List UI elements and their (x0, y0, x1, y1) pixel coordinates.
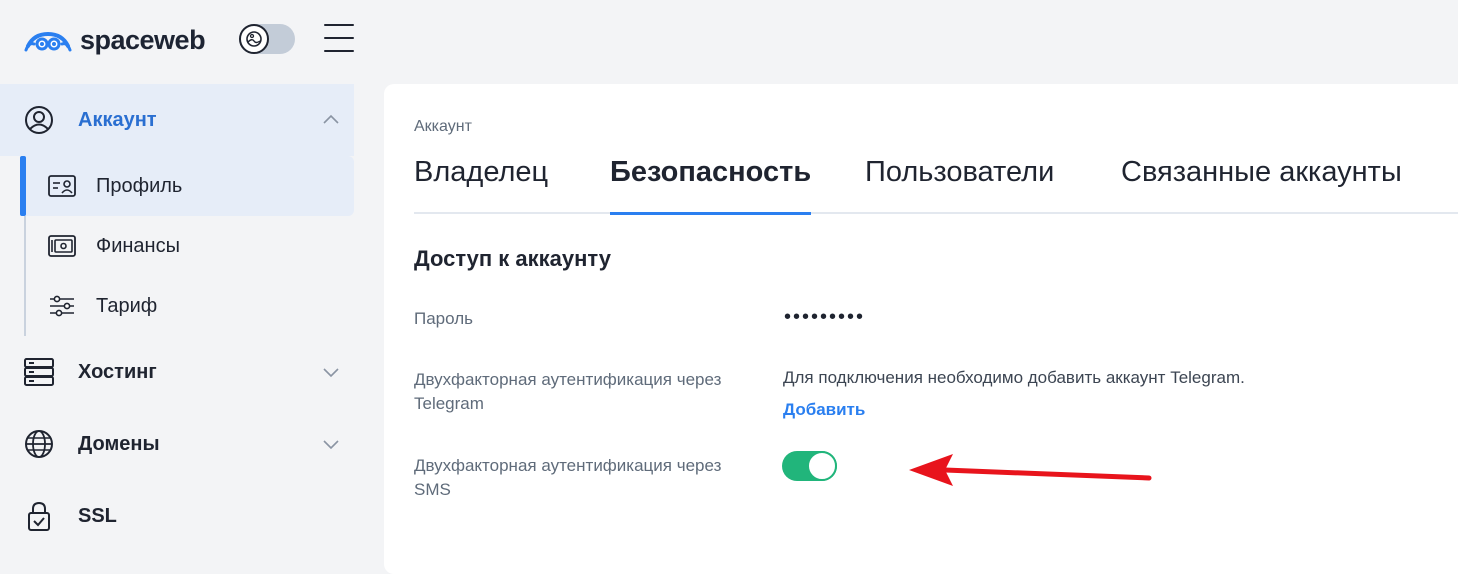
chevron-down-icon[interactable] (322, 363, 340, 381)
sidebar: Аккаунт Профиль Финансы Тариф Хостинг До… (0, 84, 354, 553)
sidebar-item-finance[interactable]: Финансы (24, 216, 354, 276)
sidebar-item-label: Финансы (96, 234, 180, 257)
id-card-icon (47, 171, 77, 201)
sliders-icon (47, 291, 77, 321)
sidebar-item-profile[interactable]: Профиль (20, 156, 354, 216)
brand-name: spaceweb (80, 24, 206, 55)
sidebar-item-hosting[interactable]: Хостинг (0, 336, 354, 408)
globe-icon (24, 429, 54, 459)
breadcrumb[interactable]: Аккаунт (414, 118, 472, 136)
tab-owner[interactable]: Владелец (414, 156, 548, 212)
theme-toggle[interactable] (239, 24, 295, 54)
tab-security[interactable]: Безопасность (610, 156, 812, 215)
sidebar-item-ssl[interactable]: SSL (0, 480, 354, 552)
chevron-up-icon[interactable] (322, 111, 340, 129)
sidebar-item-label: SSL (78, 504, 117, 527)
lock-icon (24, 501, 54, 531)
sms-2fa-label: Двухфакторная аутентификация через SMS (414, 456, 722, 499)
spaceweb-logo-icon (24, 31, 72, 52)
tabs: Владелец Безопасность Пользователи Связа… (414, 156, 1458, 215)
theme-icon (239, 24, 269, 54)
add-telegram-link[interactable]: Добавить (783, 400, 865, 420)
tab-users[interactable]: Пользователи (865, 156, 1054, 212)
section-title: Доступ к аккаунту (414, 246, 611, 271)
toggle-knob (807, 451, 837, 481)
annotation-arrow-icon (909, 454, 1152, 486)
telegram-note: Для подключения необходимо добавить акка… (783, 368, 1245, 387)
telegram-2fa-label: Двухфакторная аутентификация через Teleg… (414, 370, 722, 413)
sidebar-item-account[interactable]: Аккаунт (0, 84, 354, 156)
sidebar-item-label: Домены (78, 432, 160, 455)
tab-linked-accounts[interactable]: Связанные аккаунты (1121, 156, 1402, 212)
server-icon (24, 357, 54, 387)
wallet-icon (47, 231, 77, 261)
sidebar-item-label: Тариф (96, 294, 158, 317)
password-value: ••••••••• (784, 306, 866, 328)
sms-2fa-toggle[interactable] (782, 451, 837, 481)
sidebar-item-label: Хостинг (78, 360, 157, 383)
menu-burger-icon[interactable] (324, 24, 354, 52)
sidebar-item-label: Профиль (96, 174, 183, 197)
main-card: Аккаунт Владелец Безопасность Пользовате… (384, 84, 1458, 574)
password-label: Пароль (414, 309, 473, 328)
sidebar-item-label: Аккаунт (78, 108, 157, 131)
sidebar-item-domains[interactable]: Домены (0, 408, 354, 480)
chevron-down-icon[interactable] (322, 435, 340, 453)
sidebar-item-tariff[interactable]: Тариф (24, 276, 354, 336)
top-bar: spaceweb (0, 0, 1458, 84)
user-circle-icon (24, 105, 54, 135)
logo[interactable]: spaceweb (24, 24, 206, 56)
